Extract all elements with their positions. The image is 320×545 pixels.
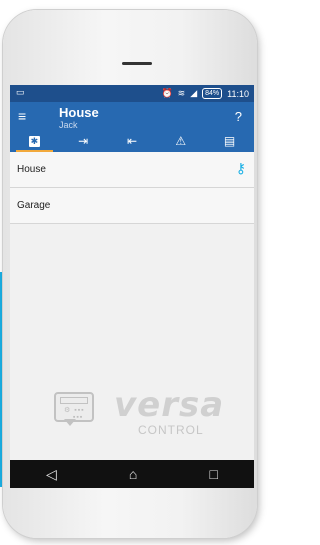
hamburger-menu-icon[interactable]: ≡ (18, 108, 26, 124)
tab-bar: ✱ ⇥ ⇤ ⚠ ▤ (10, 130, 254, 152)
wifi-icon: ≋ (177, 88, 186, 98)
status-right: ⏰ ≋ ◢ 84% 11:10 (161, 88, 249, 99)
keypad-display (60, 397, 88, 404)
phone-screen: ▭ ⏰ ≋ ◢ 84% 11:10 ≡ House Jack ? ✱ ⇥ ⇤ ⚠… (10, 85, 254, 488)
partition-list: House ⚷ Garage (10, 152, 254, 224)
help-button[interactable]: ? (235, 109, 242, 124)
clock: 11:10 (227, 88, 249, 99)
tab-settings[interactable]: ✱ (10, 130, 59, 152)
home-icon[interactable]: ⌂ (129, 466, 137, 482)
logo-subtitle: CONTROL (138, 423, 204, 437)
status-bar: ▭ ⏰ ≋ ◢ 84% 11:10 (10, 85, 254, 102)
gear-icon: ✱ (28, 135, 40, 147)
keypad-icon: ⚙ ▪▪▪ ▪▪▪ (54, 392, 94, 422)
keypad-tail (64, 419, 76, 426)
alarm-icon: ⏰ (161, 88, 173, 98)
back-icon[interactable]: ◁ (46, 466, 57, 483)
tab-list[interactable]: ▤ (205, 130, 254, 152)
warning-icon: ⚠ (175, 134, 187, 148)
battery-badge: 84% (202, 88, 223, 99)
tab-logout[interactable]: ⇤ (108, 130, 157, 152)
list-item-label: Garage (17, 200, 51, 211)
list-item[interactable]: House ⚷ (10, 152, 254, 188)
tab-login[interactable]: ⇥ (59, 130, 108, 152)
page-title: House (59, 105, 99, 120)
key-icon[interactable]: ⚷ (236, 160, 246, 177)
list-item[interactable]: Garage (10, 188, 254, 224)
page-subtitle: Jack (59, 120, 78, 130)
logout-icon: ⇤ (126, 134, 138, 148)
recents-icon[interactable]: □ (209, 466, 217, 482)
login-icon: ⇥ (78, 134, 89, 148)
tab-alerts[interactable]: ⚠ (156, 130, 205, 152)
phone-earpiece (122, 62, 152, 65)
signal-icon: ◢ (190, 88, 198, 98)
versa-control-logo: ⚙ ▪▪▪ ▪▪▪ versa CONTROL (54, 385, 234, 437)
list-item-label: House (17, 164, 46, 175)
notification-icon: ▭ (16, 87, 25, 97)
list-icon: ▤ (223, 134, 236, 148)
app-bar: ≡ House Jack ? (10, 102, 254, 130)
logo-brand: versa (114, 385, 225, 425)
android-nav-bar: ◁ ⌂ □ (10, 460, 254, 488)
